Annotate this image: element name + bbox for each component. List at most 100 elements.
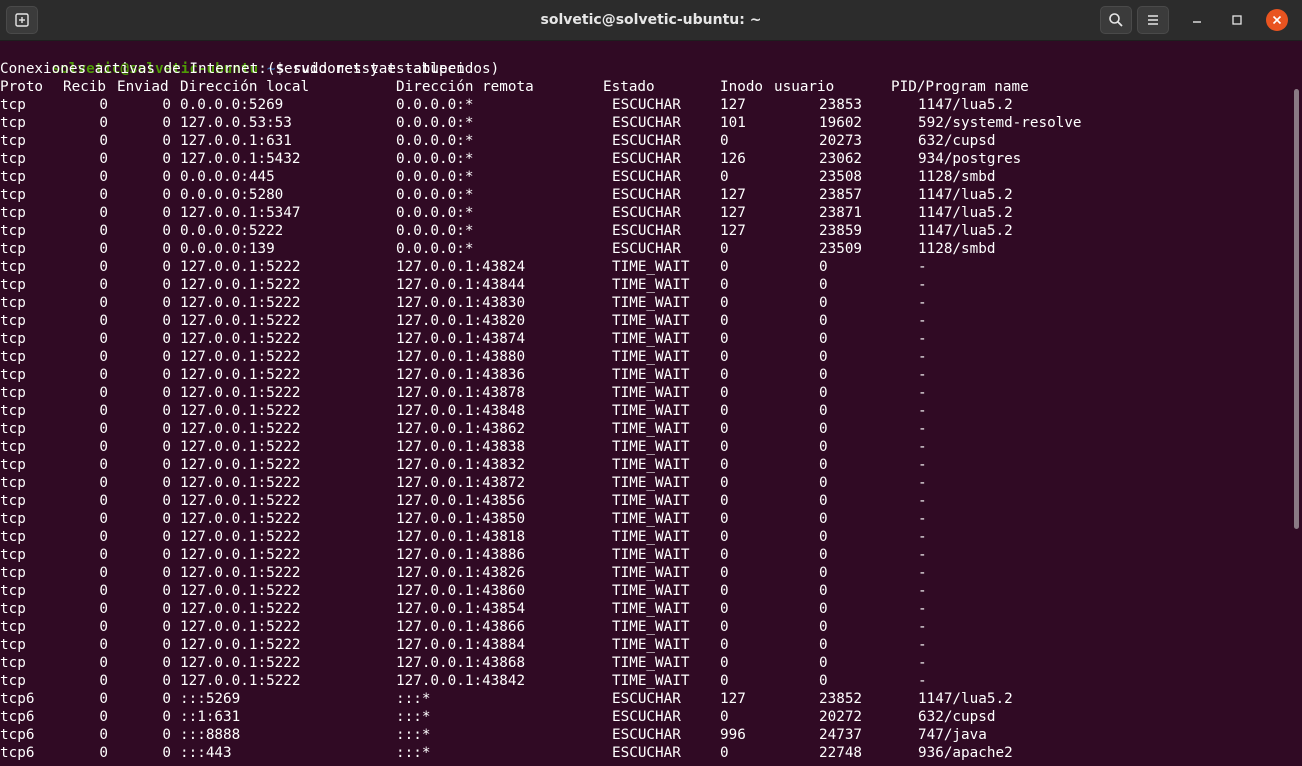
search-button[interactable] bbox=[1100, 6, 1132, 34]
intro-line: Conexiones activas de Internet (servidor… bbox=[0, 61, 500, 77]
menu-button[interactable] bbox=[1137, 6, 1169, 34]
table-row: tcp 0 0 0.0.0.0:5280 0.0.0.0:* ESCUCHAR 127 238… bbox=[0, 186, 1290, 204]
scrollbar[interactable] bbox=[1290, 41, 1302, 766]
table-row: tcp 0 0 127.0.0.1:5222 127.0.0.1:43826 TIME_W… bbox=[0, 564, 1290, 582]
cell-recib: 0 bbox=[99, 205, 108, 221]
cell-remote-address: 0.0.0.0:* bbox=[396, 205, 474, 221]
cell-enviad: 0 bbox=[162, 295, 171, 311]
table-row: tcp 0 0 127.0.0.1:5222 127.0.0.1:43886 TIME_W… bbox=[0, 546, 1290, 564]
maximize-button[interactable] bbox=[1226, 9, 1248, 31]
cell-recib: 0 bbox=[99, 475, 108, 491]
cell-enviad: 0 bbox=[162, 133, 171, 149]
table-row: tcp 0 0 127.0.0.53:53 0.0.0.0:* ESCUCHAR 101 19… bbox=[0, 114, 1290, 132]
cell-proto: tcp6 bbox=[0, 709, 35, 725]
hamburger-menu-icon bbox=[1148, 15, 1158, 25]
cell-pid-program: - bbox=[918, 313, 927, 329]
cell-local-address: 127.0.0.1:5222 bbox=[180, 331, 301, 347]
cell-recib: 0 bbox=[99, 295, 108, 311]
cell-proto: tcp bbox=[0, 241, 26, 257]
cell-inode: 0 bbox=[720, 295, 729, 311]
cell-enviad: 0 bbox=[162, 619, 171, 635]
cell-proto: tcp bbox=[0, 277, 26, 293]
terminal-output[interactable]: solvetic@solvetic-ubuntu:~$ sudo netstat… bbox=[0, 41, 1290, 766]
cell-inode: 0 bbox=[720, 709, 729, 725]
minimize-button[interactable] bbox=[1186, 9, 1208, 31]
table-row: tcp 0 0 127.0.0.1:5222 127.0.0.1:43820 TIME_W… bbox=[0, 312, 1290, 330]
cell-state: TIME_WAIT bbox=[612, 619, 690, 635]
cell-user: 0 bbox=[819, 421, 828, 437]
cell-enviad: 0 bbox=[162, 439, 171, 455]
close-button[interactable] bbox=[1266, 9, 1288, 31]
cell-enviad: 0 bbox=[162, 241, 171, 257]
cell-local-address: 0.0.0.0:139 bbox=[180, 241, 275, 257]
table-row: tcp 0 0 0.0.0.0:5269 0.0.0.0:* ESCUCHAR 127 238… bbox=[0, 96, 1290, 114]
header-user: usuario bbox=[774, 79, 835, 95]
cell-enviad: 0 bbox=[162, 259, 171, 275]
cell-state: TIME_WAIT bbox=[612, 313, 690, 329]
table-row: tcp 0 0 127.0.0.1:5222 127.0.0.1:43862 TIME_W… bbox=[0, 420, 1290, 438]
cell-recib: 0 bbox=[99, 439, 108, 455]
cell-remote-address: 127.0.0.1:43824 bbox=[396, 259, 526, 275]
cell-pid-program: 1147/lua5.2 bbox=[918, 223, 1013, 239]
cell-pid-program: 632/cupsd bbox=[918, 709, 996, 725]
cell-enviad: 0 bbox=[162, 655, 171, 671]
cell-enviad: 0 bbox=[162, 403, 171, 419]
cell-user: 20272 bbox=[819, 709, 863, 725]
cell-pid-program: 1147/lua5.2 bbox=[918, 691, 1013, 707]
cell-inode: 0 bbox=[720, 421, 729, 437]
cell-recib: 0 bbox=[99, 133, 108, 149]
cell-state: TIME_WAIT bbox=[612, 439, 690, 455]
header-state: Estado bbox=[603, 79, 655, 95]
header-recib: Recib bbox=[63, 79, 107, 95]
cell-user: 0 bbox=[819, 331, 828, 347]
cell-pid-program: 1128/smbd bbox=[918, 169, 996, 185]
cell-pid-program: - bbox=[918, 547, 927, 563]
cell-pid-program: - bbox=[918, 619, 927, 635]
cell-enviad: 0 bbox=[162, 727, 171, 743]
cell-pid-program: - bbox=[918, 403, 927, 419]
cell-user: 0 bbox=[819, 295, 828, 311]
cell-user: 0 bbox=[819, 475, 828, 491]
cell-pid-program: - bbox=[918, 349, 927, 365]
cell-local-address: ::1:631 bbox=[180, 709, 241, 725]
cell-user: 0 bbox=[819, 529, 828, 545]
cell-local-address: 127.0.0.1:5222 bbox=[180, 259, 301, 275]
cell-local-address: 127.0.0.1:5222 bbox=[180, 529, 301, 545]
cell-enviad: 0 bbox=[162, 349, 171, 365]
cell-inode: 0 bbox=[720, 547, 729, 563]
cell-state: TIME_WAIT bbox=[612, 673, 690, 689]
cell-recib: 0 bbox=[99, 691, 108, 707]
cell-remote-address: 0.0.0.0:* bbox=[396, 223, 474, 239]
table-row: tcp 0 0 127.0.0.1:5222 127.0.0.1:43836 TIME_W… bbox=[0, 366, 1290, 384]
cell-remote-address: 127.0.0.1:43860 bbox=[396, 583, 526, 599]
cell-proto: tcp bbox=[0, 151, 26, 167]
cell-user: 0 bbox=[819, 583, 828, 599]
cell-inode: 127 bbox=[720, 187, 746, 203]
cell-remote-address: 0.0.0.0:* bbox=[396, 115, 474, 131]
cell-proto: tcp bbox=[0, 385, 26, 401]
cell-proto: tcp bbox=[0, 583, 26, 599]
cell-remote-address: 127.0.0.1:43884 bbox=[396, 637, 526, 653]
cell-pid-program: - bbox=[918, 529, 927, 545]
cell-proto: tcp bbox=[0, 187, 26, 203]
cell-remote-address: 127.0.0.1:43872 bbox=[396, 475, 526, 491]
cell-inode: 0 bbox=[720, 583, 729, 599]
cell-inode: 0 bbox=[720, 367, 729, 383]
cell-user: 19602 bbox=[819, 115, 863, 131]
cell-local-address: 127.0.0.1:5222 bbox=[180, 295, 301, 311]
cell-proto: tcp bbox=[0, 457, 26, 473]
cell-remote-address: 127.0.0.1:43830 bbox=[396, 295, 526, 311]
cell-enviad: 0 bbox=[162, 565, 171, 581]
cell-user: 0 bbox=[819, 601, 828, 617]
cell-recib: 0 bbox=[99, 403, 108, 419]
cell-local-address: 127.0.0.1:5222 bbox=[180, 313, 301, 329]
cell-inode: 0 bbox=[720, 565, 729, 581]
cell-remote-address: 127.0.0.1:43832 bbox=[396, 457, 526, 473]
cell-state: ESCUCHAR bbox=[612, 745, 681, 761]
cell-local-address: 127.0.0.1:5222 bbox=[180, 565, 301, 581]
cell-recib: 0 bbox=[99, 367, 108, 383]
cell-inode: 996 bbox=[720, 727, 746, 743]
cell-enviad: 0 bbox=[162, 493, 171, 509]
cell-local-address: 127.0.0.1:5222 bbox=[180, 601, 301, 617]
scrollbar-thumb[interactable] bbox=[1294, 89, 1299, 529]
